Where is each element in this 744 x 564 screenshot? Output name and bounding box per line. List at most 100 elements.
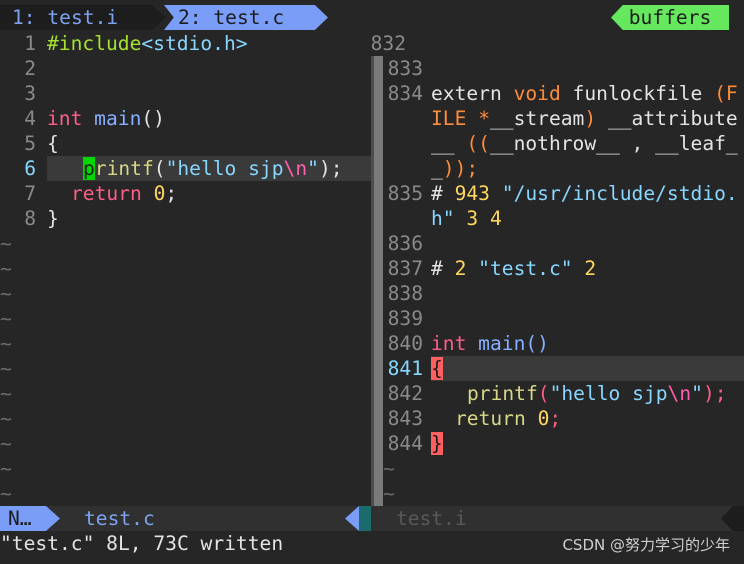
empty-line-marker: ~ xyxy=(0,282,12,305)
line-marker-hash: # xyxy=(431,182,455,205)
type-fragment: (F xyxy=(714,82,738,105)
attribute-args: __nothrow__ , __leaf_ xyxy=(489,132,738,155)
line-number: 834 xyxy=(387,82,423,105)
code-line-wrap[interactable]: __ ((__nothrow__ , __leaf_ xyxy=(431,131,738,156)
text-cursor: p xyxy=(83,157,95,180)
matched-brace: { xyxy=(431,357,443,380)
keyword-return: return xyxy=(71,182,142,205)
line-marker-num: 943 xyxy=(454,182,490,205)
keyword-return: return xyxy=(455,407,526,430)
watermark: CSDN @努力学习的少年 xyxy=(562,536,730,554)
current-line-number: 841 xyxy=(387,357,423,380)
pointer-star: * xyxy=(478,107,490,130)
tab-test-c[interactable]: 2: test.c xyxy=(164,5,328,30)
number-literal: 0 xyxy=(141,182,166,205)
empty-line-marker: ~ xyxy=(0,307,12,330)
line-number: 7 xyxy=(24,182,36,205)
line-marker-path: "/usr/include/stdio. xyxy=(489,182,738,205)
code-line[interactable]: int main() xyxy=(47,106,165,131)
string-literal: "hello sjp xyxy=(165,157,284,180)
semicolon: ; xyxy=(165,182,178,205)
line-number: 836 xyxy=(387,232,423,255)
open-brace: { xyxy=(47,132,59,155)
attribute-keyword: __attribute xyxy=(596,107,738,130)
line-number: 2 xyxy=(24,57,36,80)
string-quote: " xyxy=(307,157,319,180)
separator-block xyxy=(359,506,371,531)
empty-line-marker: ~ xyxy=(0,357,12,380)
function-name: main xyxy=(82,107,142,130)
line-marker-hash: # xyxy=(431,257,455,280)
empty-line-marker: ~ xyxy=(383,482,395,505)
line-number: 832 xyxy=(370,32,406,55)
line-number: 838 xyxy=(387,282,423,305)
code-line-current[interactable]: { xyxy=(431,356,443,381)
attribute-fragment: _ xyxy=(431,157,443,180)
code-line[interactable]: # 943 "/usr/include/stdio. xyxy=(431,181,738,206)
statusline-edge xyxy=(733,506,744,531)
code-line[interactable]: return 0; xyxy=(71,181,177,206)
empty-line-marker: ~ xyxy=(0,232,12,255)
code-line-current[interactable]: printf("hello sjp\n"); xyxy=(83,156,343,181)
code-line[interactable]: printf("hello sjp\n"); xyxy=(467,381,727,406)
cursor-line-highlight xyxy=(431,356,744,381)
line-number: 842 xyxy=(387,382,423,405)
line-number: 8 xyxy=(24,207,36,230)
empty-line-marker: ~ xyxy=(0,332,12,355)
code-line[interactable]: # 2 "test.c" 2 xyxy=(431,256,596,281)
empty-line-marker: ~ xyxy=(0,257,12,280)
code-line[interactable]: { xyxy=(47,131,59,156)
code-line[interactable]: } xyxy=(47,206,59,231)
include-directive: #include xyxy=(47,32,142,55)
code-line-wrap[interactable]: h" 3 4 xyxy=(431,206,502,231)
parens: () xyxy=(141,107,165,130)
keyword-int: int xyxy=(431,332,467,355)
escape-sequence: \n xyxy=(667,382,692,405)
type-fragment: ILE xyxy=(431,107,479,130)
scrollbar[interactable] xyxy=(374,56,383,506)
paren: ( xyxy=(153,157,166,180)
code-line[interactable]: #include<stdio.h> xyxy=(47,31,248,56)
buffers-indicator[interactable]: buffers xyxy=(611,5,729,30)
string-quote: " xyxy=(691,382,703,405)
matched-brace: } xyxy=(431,432,443,455)
empty-line-marker: ~ xyxy=(0,407,12,430)
include-header: <stdio.h> xyxy=(141,32,248,55)
line-marker-num: 2 xyxy=(454,257,467,280)
code-line[interactable]: extern void funlockfile (F xyxy=(431,81,738,106)
param-name: __stream xyxy=(489,107,585,130)
line-number: 839 xyxy=(387,307,423,330)
parens: () xyxy=(525,332,549,355)
code-line-wrap[interactable]: ILE *__stream) __attribute xyxy=(431,106,738,131)
escape-sequence: \n xyxy=(283,157,308,180)
code-line[interactable]: } xyxy=(431,431,443,456)
tab-test-i[interactable]: 1: test.i xyxy=(0,5,152,30)
paren-semicolon: ); xyxy=(318,157,343,180)
line-number: 1 xyxy=(24,32,36,55)
function-name: funlockfile xyxy=(560,82,715,105)
empty-line-marker: ~ xyxy=(0,432,12,455)
attribute-fragment: __ xyxy=(431,132,467,155)
code-line[interactable]: return 0; xyxy=(455,406,561,431)
paren: ) xyxy=(584,107,597,130)
code-line[interactable]: int main() xyxy=(431,331,549,356)
line-number: 840 xyxy=(387,332,423,355)
line-marker-path: h" xyxy=(431,207,455,230)
line-number: 835 xyxy=(387,182,423,205)
extern-keyword: extern xyxy=(431,82,514,105)
line-number: 3 xyxy=(24,82,36,105)
printf-call: printf xyxy=(467,382,538,405)
paren-semicolon: ); xyxy=(702,382,727,405)
line-number: 5 xyxy=(24,132,36,155)
function-name: main xyxy=(466,332,526,355)
line-marker-flags: 3 4 xyxy=(454,207,502,230)
string-literal: "hello sjp xyxy=(549,382,668,405)
current-line-number: 6 xyxy=(24,157,36,180)
line-marker-flag: 2 xyxy=(572,257,597,280)
code-line-wrap[interactable]: _)); xyxy=(431,156,478,181)
close-parens: )); xyxy=(442,157,479,180)
number-literal: 0 xyxy=(525,407,550,430)
inactive-filename: test.i xyxy=(396,507,467,530)
mode-indicator: N… xyxy=(0,506,46,531)
line-number: 833 xyxy=(387,57,423,80)
